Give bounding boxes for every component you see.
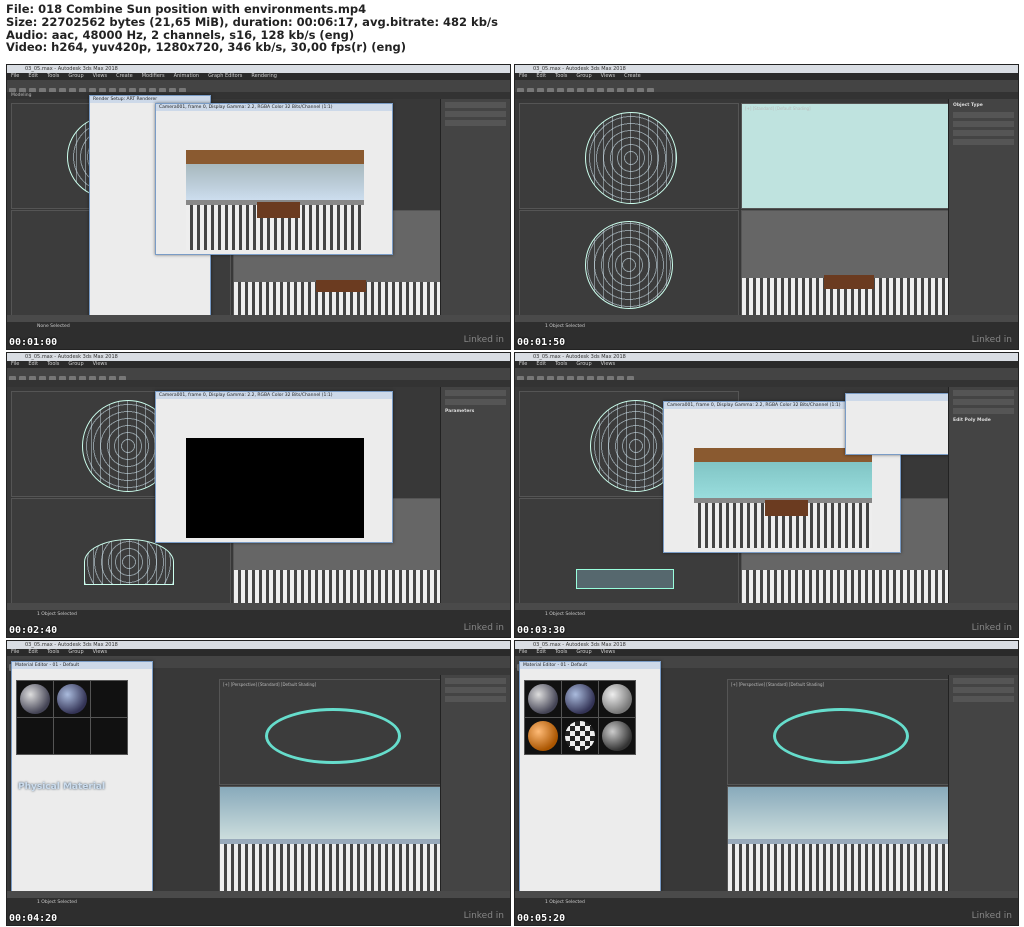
timestamp: 00:01:00 <box>9 337 58 348</box>
file-line: File: 018 Combine Sun position with envi… <box>6 2 367 16</box>
rendered-frame-window[interactable]: Camera001, frame 0, Display Gamma: 2.2, … <box>155 391 393 543</box>
dome-cylinder-wireframe <box>576 569 674 589</box>
main-toolbar <box>7 80 510 95</box>
status-bar: None Selected <box>7 315 510 349</box>
rendered-frame-window[interactable]: Camera001, frame 0, Display Gamma: 2.2, … <box>155 103 393 255</box>
viewport-camera[interactable] <box>727 786 949 892</box>
timestamp: 00:01:50 <box>517 337 566 348</box>
thumbnail-grid: 03_05.max - Autodesk 3ds Max 2018 File Ed… <box>0 60 1024 927</box>
thumbnail-2[interactable]: 03_05.max - Autodesk 3ds Max 2018 File Ed… <box>514 64 1019 350</box>
thumbnail-4[interactable]: 03_05.max - Autodesk 3ds Max 2018 File Ed… <box>514 352 1019 638</box>
sky-dome-wireframe <box>585 112 677 204</box>
viewport-perspective[interactable]: [+] [Perspective] [Standard] [Default Sh… <box>727 679 949 785</box>
render-output-black <box>186 438 364 538</box>
timestamp: 00:05:20 <box>517 913 566 924</box>
timestamp: 00:03:30 <box>517 625 566 636</box>
viewport-camera[interactable] <box>741 210 949 316</box>
half-dome-wireframe <box>84 539 174 585</box>
thumbnail-5[interactable]: 03_05.max - Autodesk 3ds Max 2018 File Ed… <box>6 640 511 926</box>
thumbnail-3[interactable]: 03_05.max - Autodesk 3ds Max 2018 File Ed… <box>6 352 511 638</box>
thumbnail-6[interactable]: 03_05.max - Autodesk 3ds Max 2018 File Ed… <box>514 640 1019 926</box>
viewport-front[interactable] <box>519 210 739 316</box>
command-panel[interactable] <box>440 675 510 893</box>
dome-ring <box>265 708 401 764</box>
timestamp: 00:02:40 <box>9 625 58 636</box>
viewport-perspective[interactable]: [+] [Standard] [Default Shading] <box>741 103 949 209</box>
thumbnail-1[interactable]: 03_05.max - Autodesk 3ds Max 2018 File Ed… <box>6 64 511 350</box>
command-panel[interactable] <box>948 675 1018 893</box>
command-panel[interactable] <box>440 99 510 317</box>
viewport-camera[interactable] <box>219 786 441 892</box>
window-title: 03_05.max - Autodesk 3ds Max 2018 <box>7 65 510 73</box>
command-panel[interactable]: Object Type <box>948 99 1018 317</box>
video-line: Video: h264, yuv420p, 1280x720, 346 kb/s… <box>6 40 407 55</box>
command-panel[interactable]: Parameters <box>440 387 510 605</box>
ribbon: Modeling <box>7 92 510 99</box>
timestamp: 00:04:20 <box>9 913 58 924</box>
command-panel[interactable]: Edit Poly Mode <box>948 387 1018 605</box>
material-editor[interactable]: Material Editor - 01 - Default Physical … <box>11 661 153 925</box>
menu-bar: File Edit Tools Group Views Create Modifiers An… <box>7 73 510 80</box>
dome-ring <box>773 708 909 764</box>
size-line: Size: 22702562 bytes (21,65 MiB), durati… <box>6 14 498 29</box>
file-info-header: File: 018 Combine Sun position with envi… <box>6 3 1016 54</box>
viewport-top[interactable] <box>519 103 739 209</box>
material-editor[interactable]: Material Editor - 01 - Default <box>519 661 661 925</box>
viewport-perspective[interactable]: [+] [Perspective] [Standard] [Default Sh… <box>219 679 441 785</box>
menu-bar: File Edit Tools Group Views Create <box>515 73 1018 80</box>
